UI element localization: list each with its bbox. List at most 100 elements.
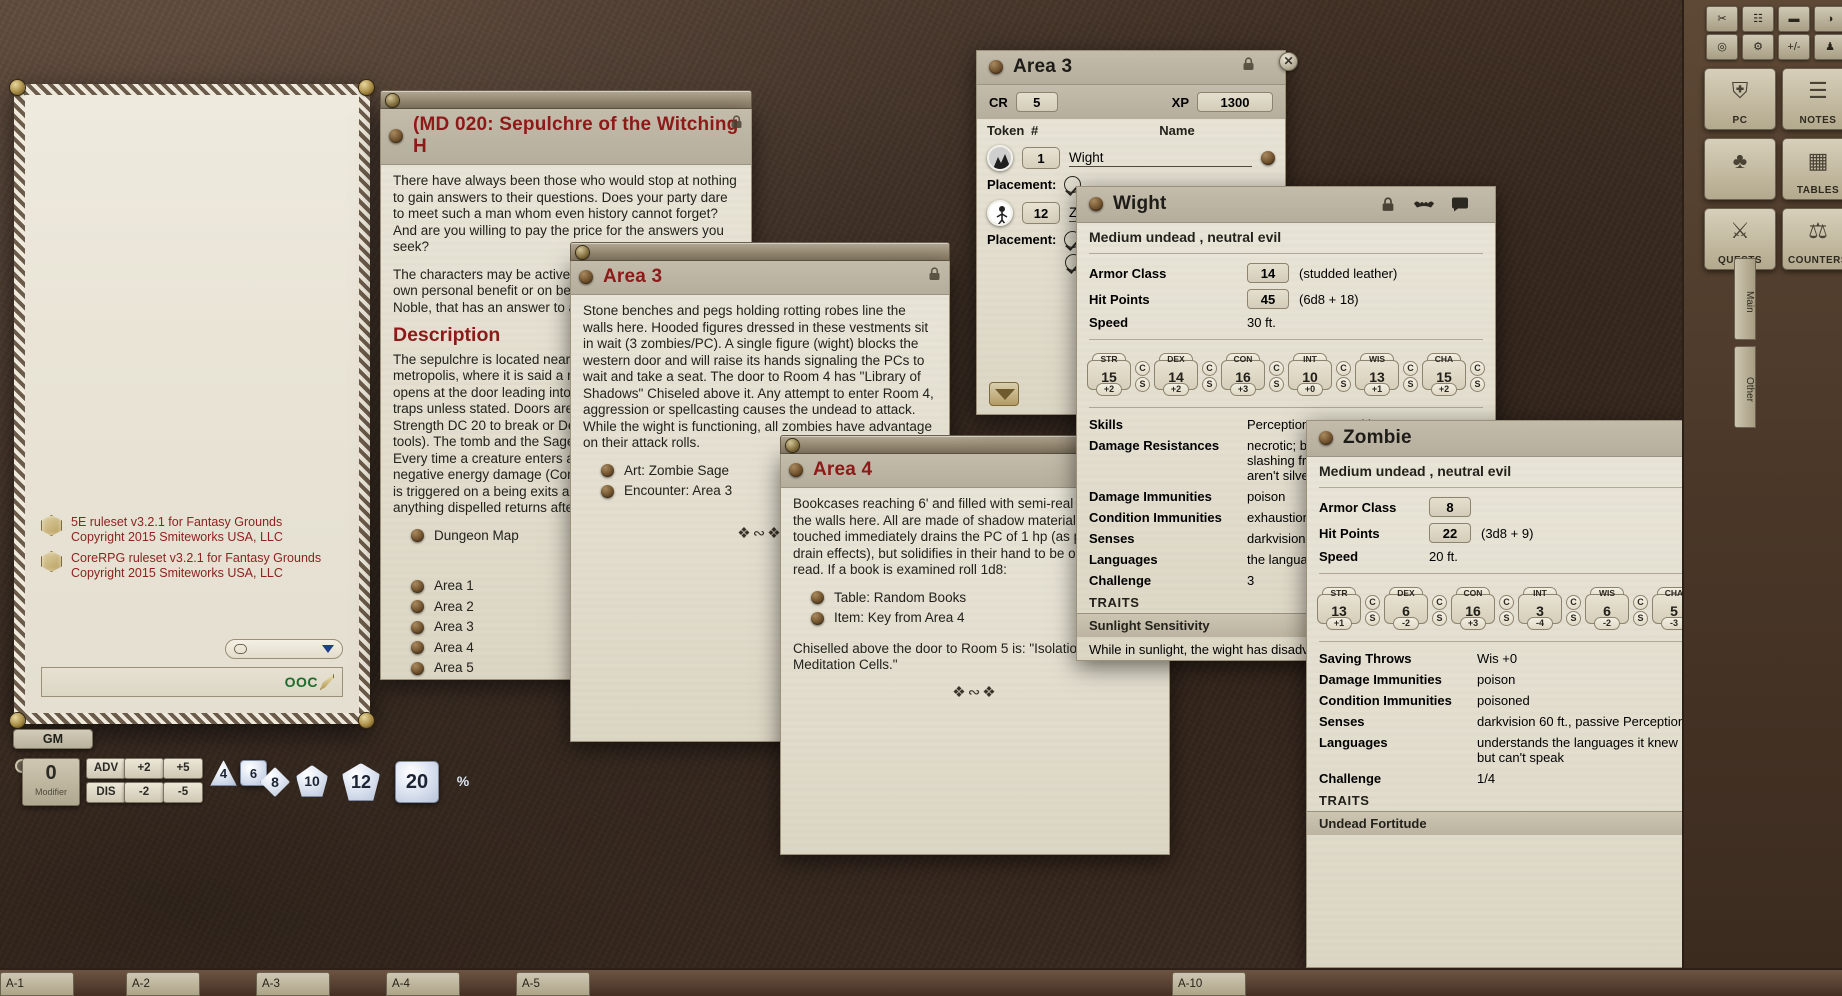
link-dot-icon[interactable] xyxy=(579,270,593,284)
plus-minus-icon[interactable]: +/- xyxy=(1778,34,1810,60)
link-dot-icon[interactable] xyxy=(989,60,1003,74)
adv-button[interactable]: ADV xyxy=(86,758,126,779)
save-button[interactable]: S xyxy=(1403,376,1418,392)
save-button[interactable]: S xyxy=(1202,376,1217,392)
minus2-button[interactable]: -2 xyxy=(124,782,164,803)
save-button[interactable]: S xyxy=(1633,610,1648,626)
wight-token-icon[interactable] xyxy=(987,145,1013,171)
chat-mode-dropdown[interactable] xyxy=(225,639,343,659)
npc-row[interactable]: 1 Wight xyxy=(977,142,1285,174)
sidebar-button-notes[interactable]: ☰ NOTES xyxy=(1782,68,1842,130)
check-button[interactable]: C xyxy=(1135,360,1150,376)
save-button[interactable]: S xyxy=(1365,610,1380,626)
dis-button[interactable]: DIS xyxy=(86,782,126,803)
map-tab[interactable]: A-3 xyxy=(256,972,330,996)
chat-bubble-icon[interactable] xyxy=(1451,197,1469,212)
gear-icon[interactable]: ⚙ xyxy=(1742,34,1774,60)
check-save-buttons[interactable]: CS xyxy=(1566,587,1581,630)
link-dot-icon[interactable] xyxy=(389,129,403,143)
lock-icon[interactable] xyxy=(1242,57,1255,71)
scissors-icon[interactable]: ✂ xyxy=(1706,6,1738,32)
d100-die[interactable]: % xyxy=(448,765,478,799)
ability-str[interactable]: STR 13 +1 xyxy=(1317,587,1361,630)
save-button[interactable]: S xyxy=(1269,376,1284,392)
sidebar-button-counters[interactable]: ⚖ COUNTERS xyxy=(1782,208,1842,270)
check-button[interactable]: C xyxy=(1470,360,1485,376)
check-button[interactable]: C xyxy=(1403,360,1418,376)
sidebar-button-pc[interactable]: ⛨ PC xyxy=(1704,68,1776,130)
ability-str[interactable]: STR 15 +2 xyxy=(1087,353,1131,396)
map-tab[interactable]: A-5 xyxy=(516,972,590,996)
map-tab[interactable]: A-1 xyxy=(0,972,74,996)
check-save-buttons[interactable]: CS xyxy=(1135,353,1150,396)
link-dot-icon[interactable] xyxy=(789,463,803,477)
sidebar-tab-other[interactable]: Other xyxy=(1734,346,1756,428)
stat-value[interactable]: 45 xyxy=(1247,289,1289,309)
check-save-buttons[interactable]: CS xyxy=(1470,353,1485,396)
cr-value[interactable]: 5 xyxy=(1015,92,1058,112)
plus5-button[interactable]: +5 xyxy=(163,758,203,779)
check-button[interactable]: C xyxy=(1432,594,1447,610)
check-save-buttons[interactable]: CS xyxy=(1269,353,1284,396)
check-button[interactable]: C xyxy=(1566,594,1581,610)
sidebar-button-tables[interactable]: ▦ TABLES xyxy=(1782,138,1842,200)
close-icon[interactable]: ✕ xyxy=(1279,52,1298,71)
d4-die[interactable]: 4 xyxy=(210,760,237,786)
envelope-button[interactable] xyxy=(989,382,1019,406)
chevron-down-icon[interactable] xyxy=(322,645,334,653)
ability-con[interactable]: CON 16 +3 xyxy=(1451,587,1495,630)
party-icon[interactable]: ☷ xyxy=(1742,6,1774,32)
gm-tab[interactable]: GM xyxy=(13,729,93,749)
window-titlebar[interactable] xyxy=(570,242,950,261)
save-button[interactable]: S xyxy=(1336,376,1351,392)
ability-con[interactable]: CON 16 +3 xyxy=(1221,353,1265,396)
plus2-button[interactable]: +2 xyxy=(124,758,164,779)
d12-die[interactable]: 12 xyxy=(342,763,380,801)
save-button[interactable]: S xyxy=(1135,376,1150,392)
check-button[interactable]: C xyxy=(1499,594,1514,610)
zombie-token-icon[interactable] xyxy=(987,200,1013,226)
check-button[interactable]: C xyxy=(1365,594,1380,610)
lock-icon[interactable] xyxy=(928,267,941,281)
save-button[interactable]: S xyxy=(1499,610,1514,626)
minus5-button[interactable]: -5 xyxy=(163,782,203,803)
check-button[interactable]: C xyxy=(1269,360,1284,376)
npc-count[interactable]: 1 xyxy=(1022,147,1060,169)
check-save-buttons[interactable]: CS xyxy=(1633,587,1648,630)
ability-cha[interactable]: CHA 15 +2 xyxy=(1422,353,1466,396)
link-dot-icon[interactable] xyxy=(1319,431,1333,445)
mask-icon[interactable]: ◑ xyxy=(1814,6,1842,32)
save-button[interactable]: S xyxy=(1566,610,1581,626)
modifier-box[interactable]: 0 Modifier xyxy=(22,758,80,806)
check-save-buttons[interactable]: CS xyxy=(1403,353,1418,396)
check-save-buttons[interactable]: CS xyxy=(1336,353,1351,396)
check-save-buttons[interactable]: CS xyxy=(1432,587,1447,630)
eraser-icon[interactable]: ▬ xyxy=(1778,6,1810,32)
map-tab[interactable]: A-10 xyxy=(1172,972,1246,996)
stat-value[interactable]: 8 xyxy=(1429,497,1471,517)
check-button[interactable]: C xyxy=(1633,594,1648,610)
ability-int[interactable]: INT 3 -4 xyxy=(1518,587,1562,630)
target-icon[interactable]: ◎ xyxy=(1706,34,1738,60)
ability-dex[interactable]: DEX 14 +2 xyxy=(1154,353,1198,396)
window-titlebar[interactable] xyxy=(380,90,752,109)
sidebar-tab-main[interactable]: Main xyxy=(1734,258,1756,340)
bat-icon[interactable] xyxy=(1413,197,1435,212)
save-button[interactable]: S xyxy=(1470,376,1485,392)
d20-die[interactable]: 20 xyxy=(395,761,439,803)
lock-icon[interactable] xyxy=(730,115,743,129)
check-button[interactable]: C xyxy=(1202,360,1217,376)
check-button[interactable]: C xyxy=(1336,360,1351,376)
stat-value[interactable]: 14 xyxy=(1247,263,1289,283)
link-dot-icon[interactable] xyxy=(1261,151,1275,165)
map-tab[interactable]: A-4 xyxy=(386,972,460,996)
map-tab[interactable]: A-2 xyxy=(126,972,200,996)
npc-count[interactable]: 12 xyxy=(1022,202,1060,224)
ability-dex[interactable]: DEX 6 -2 xyxy=(1384,587,1428,630)
check-save-buttons[interactable]: CS xyxy=(1202,353,1217,396)
xp-value[interactable]: 1300 xyxy=(1197,92,1273,112)
ability-wis[interactable]: WIS 13 +1 xyxy=(1355,353,1399,396)
sidebar-button-items[interactable]: ♣ xyxy=(1704,138,1776,200)
stat-value[interactable]: 22 xyxy=(1429,523,1471,543)
person-icon[interactable]: ♟ xyxy=(1814,34,1842,60)
